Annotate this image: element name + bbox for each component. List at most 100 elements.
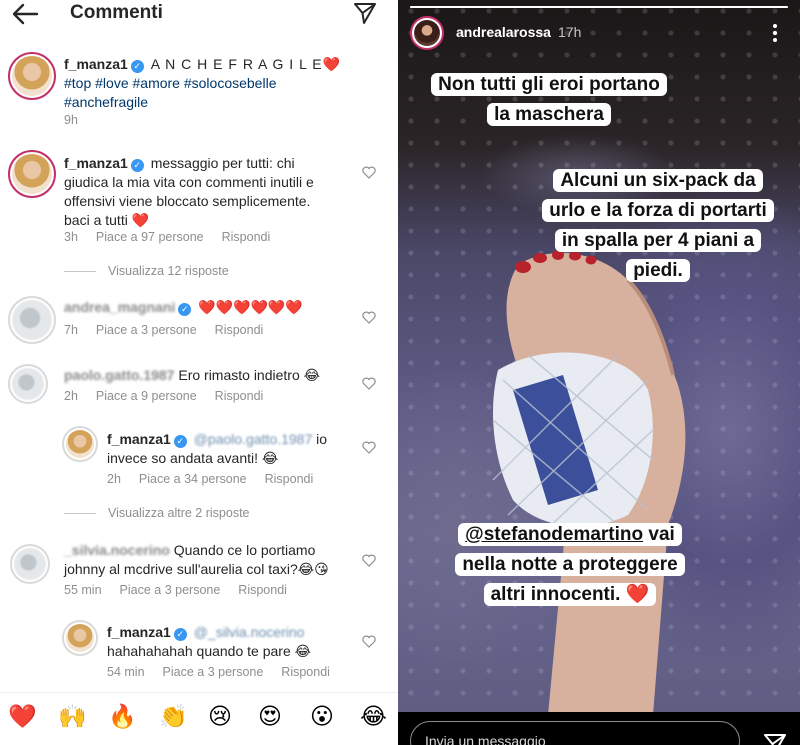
reply-line: invece so andata avanti! 😂 [107, 450, 279, 466]
comment-text: paolo.gatto.1987 Ero rimasto indietro 😂 [64, 366, 364, 385]
page-title: Commenti [70, 2, 163, 23]
comments-header: Commenti [0, 0, 398, 30]
like-heart-icon[interactable] [362, 441, 376, 454]
story-text-line: piedi. [633, 260, 683, 281]
story-mention-link[interactable]: @stefanodemartino [465, 524, 643, 545]
like-heart-icon[interactable] [362, 166, 376, 179]
story-text-mention: @stefanodemartino vai nella notte a prote… [420, 520, 720, 610]
comment-line: messaggio per tutti: chi [150, 155, 295, 171]
comment-line: Quando ce lo portiamo [173, 542, 316, 558]
heart-emoji: ❤️ [322, 56, 340, 72]
send-icon[interactable] [762, 732, 788, 745]
reply-button[interactable]: Rispondi [238, 583, 287, 597]
comment-line: johnny al mcdrive sull'aurelia col taxi?… [64, 561, 329, 577]
comment-username[interactable]: andrea_magnani [64, 298, 175, 317]
verified-icon: ✓ [178, 303, 192, 316]
verified-icon: ✓ [130, 159, 144, 172]
mention-link[interactable]: @_silvia.nocerino [194, 623, 305, 642]
more-options-icon[interactable] [770, 22, 780, 44]
caption-text: f_manza1 ✓ A N C H E F R A G I L E❤️ #top… [64, 55, 384, 112]
reply-text: f_manza1 ✓ @_silvia.nocerino hahahahahah … [107, 623, 367, 661]
likes-count[interactable]: Piace a 97 persone [96, 230, 204, 244]
likes-count[interactable]: Piace a 3 persone [120, 583, 221, 597]
story-username[interactable]: andrealarossa [456, 24, 551, 40]
back-arrow-icon[interactable] [10, 2, 40, 26]
caption-username[interactable]: f_manza1 [64, 56, 128, 72]
like-heart-icon[interactable] [362, 635, 376, 648]
comment-username[interactable]: _silvia.nocerino [64, 541, 170, 560]
like-heart-icon[interactable] [362, 377, 376, 390]
comment-line: baci a tutti ❤️ [64, 212, 150, 228]
story-text-heroes: Non tutti gli eroi portano la maschera [404, 70, 694, 130]
story-text-line: altri innocenti. ❤️ [490, 584, 650, 605]
emoji-reaction-bar: ❤️ 🙌 🔥 👏 😢 😍 😮 😂 [0, 692, 398, 745]
reply-meta: 2h Piace a 34 persone Rispondi [107, 472, 331, 486]
comment-username[interactable]: f_manza1 [64, 155, 128, 171]
comments-panel: Commenti f_manza1 ✓ A N C H E F R A G I L… [0, 0, 398, 745]
avatar[interactable] [8, 150, 56, 198]
likes-count[interactable]: Piace a 3 persone [96, 323, 197, 337]
comment-line: offensivi viene bloccato semplicemente. [64, 193, 311, 209]
caption-hashtags[interactable]: #top #love #amore #solocosebelle [64, 75, 276, 91]
story-progress-bar [410, 6, 788, 8]
story-text-line: Non tutti gli eroi portano [438, 74, 660, 95]
avatar[interactable] [8, 52, 56, 100]
caption-hashtags-2[interactable]: #anchefragile [64, 94, 148, 110]
reply-username[interactable]: f_manza1 [107, 431, 171, 447]
reply-text: f_manza1 ✓ @paolo.gatto.1987 io invece so… [107, 430, 367, 468]
avatar[interactable] [8, 364, 48, 404]
view-replies-button[interactable]: Visualizza altre 2 risposte [64, 506, 250, 520]
crying-emoji-button[interactable]: 😢 [208, 703, 232, 729]
likes-count[interactable]: Piace a 9 persone [96, 389, 197, 403]
verified-icon: ✓ [173, 628, 187, 641]
reply-button[interactable]: Rispondi [265, 472, 314, 486]
reply-line: io [316, 431, 328, 447]
story-avatar[interactable] [410, 16, 444, 50]
reply-button[interactable]: Rispondi [281, 665, 330, 679]
comment-time: 7h [64, 323, 78, 337]
comment-meta: 3h Piace a 97 persone Rispondi [64, 230, 288, 244]
send-icon[interactable] [352, 1, 378, 25]
verified-icon: ✓ [130, 60, 144, 73]
story-text-line: urlo e la forza di portarti [549, 200, 767, 221]
story-progress-fill [410, 6, 788, 8]
like-heart-icon[interactable] [362, 311, 376, 324]
comment-meta: 55 min Piace a 3 persone Rispondi [64, 583, 305, 597]
story-text-line: nella notte a proteggere [462, 554, 678, 575]
raised-hands-emoji-button[interactable]: 🙌 [58, 703, 87, 729]
reply-button[interactable]: Rispondi [215, 389, 264, 403]
story-panel[interactable]: andrealarossa 17h Non tutti gli eroi por… [398, 0, 800, 745]
avatar[interactable] [62, 426, 98, 462]
verified-icon: ✓ [173, 435, 187, 448]
reply-button[interactable]: Rispondi [222, 230, 271, 244]
story-text-line: in spalla per 4 piani a [561, 230, 755, 251]
mention-link[interactable]: @paolo.gatto.1987 [194, 430, 313, 449]
reply-time: 54 min [107, 665, 145, 679]
likes-count[interactable]: Piace a 34 persone [139, 472, 247, 486]
surprised-emoji-button[interactable]: 😮 [310, 703, 334, 729]
comment-line: Ero rimasto indietro 😂 [178, 367, 320, 383]
bandage-illustration [492, 352, 654, 529]
send-message-input[interactable] [410, 721, 740, 745]
comment-username[interactable]: paolo.gatto.1987 [64, 366, 174, 385]
reply-username[interactable]: f_manza1 [107, 624, 171, 640]
like-heart-icon[interactable] [362, 554, 376, 567]
comment-text: f_manza1 ✓ messaggio per tutti: chi giudi… [64, 154, 364, 230]
heart-emoji-button[interactable]: ❤️ [8, 703, 37, 729]
avatar[interactable] [62, 620, 98, 656]
avatar[interactable] [8, 296, 56, 344]
story-text-line: Alcuni un six-pack da [560, 170, 756, 191]
caption-time: 9h [64, 113, 78, 127]
likes-count[interactable]: Piace a 3 persone [163, 665, 264, 679]
clapping-emoji-button[interactable]: 👏 [159, 703, 188, 729]
laughing-emoji-button[interactable]: 😂 [360, 703, 387, 729]
comment-time: 2h [64, 389, 78, 403]
comment-text: andrea_magnani ✓ ❤️❤️❤️❤️❤️❤️ [64, 298, 364, 317]
heart-eyes-emoji-button[interactable]: 😍 [258, 703, 282, 729]
reply-button[interactable]: Rispondi [215, 323, 264, 337]
story-time: 17h [558, 24, 582, 40]
view-replies-button[interactable]: Visualizza 12 risposte [64, 264, 229, 278]
fire-emoji-button[interactable]: 🔥 [108, 703, 137, 729]
caption-body: A N C H E F R A G I L E [150, 56, 323, 72]
avatar[interactable] [10, 544, 50, 584]
